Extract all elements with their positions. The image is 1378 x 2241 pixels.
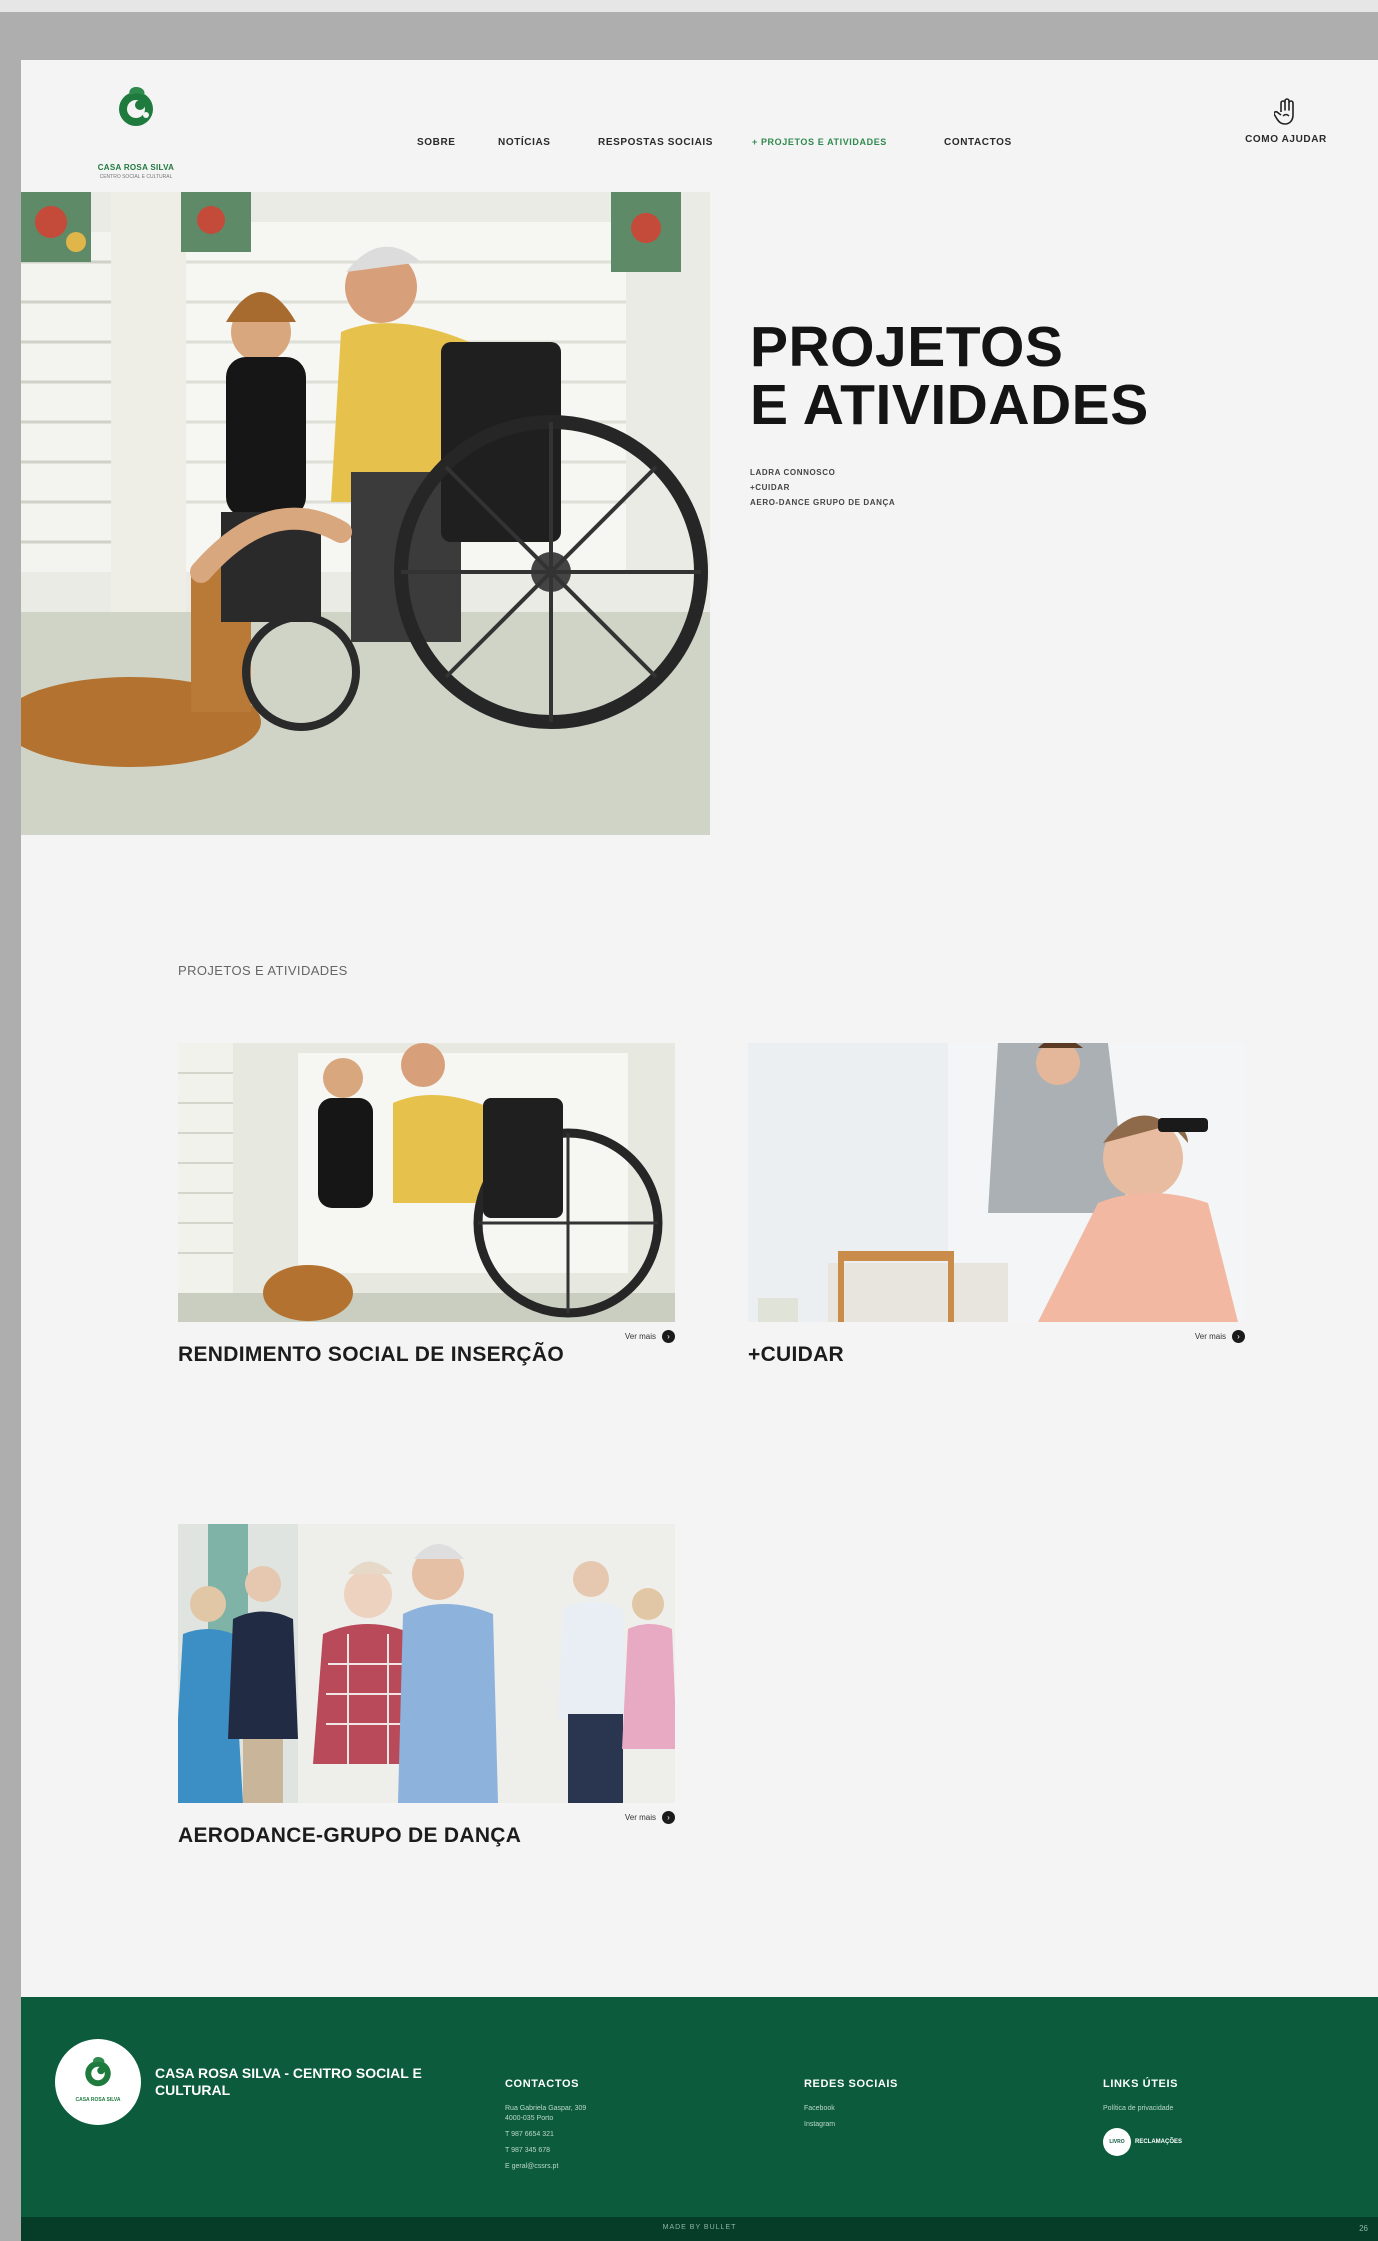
ver-mais-label: Ver mais xyxy=(624,1332,656,1341)
footer-useful-heading: LINKS ÚTEIS xyxy=(1103,2078,1179,2090)
main-nav: SOBRE NOTÍCIAS RESPOSTAS SOCIAIS + PROJE… xyxy=(21,137,1378,157)
footer-social-heading: REDES SOCIAIS xyxy=(804,2078,898,2090)
ver-mais-label: Ver mais xyxy=(1194,1332,1226,1341)
page-number: 26 xyxy=(1359,2224,1368,2233)
arrow-right-icon: › xyxy=(662,1811,675,1824)
nav-projetos-atividades[interactable]: + PROJETOS E ATIVIDADES xyxy=(752,137,887,147)
page-title-line2: E ATIVIDADES xyxy=(750,373,1149,437)
livro-reclamacoes-text: RECLAMAÇÕES xyxy=(1135,2139,1183,2145)
hero-photo-wheelchair-dog xyxy=(21,192,710,835)
nav-noticias[interactable]: NOTÍCIAS xyxy=(498,137,551,148)
footer-contacts: CONTACTOS Rua Gabriela Gaspar, 309 4000-… xyxy=(505,2078,586,2172)
footer-email[interactable]: E geral@cssrs.pt xyxy=(505,2162,586,2172)
footer-logo[interactable]: CASA ROSA SILVA xyxy=(55,2039,141,2125)
footer: CASA ROSA SILVA CASA ROSA SILVA - CENTRO… xyxy=(21,1997,1378,2217)
ver-mais-link[interactable]: Ver mais › xyxy=(625,1330,675,1343)
project-card-rsi[interactable]: Ver mais › RENDIMENTO SOCIAL DE INSERÇÃO xyxy=(178,1043,675,1366)
page: CASA ROSA SILVA CENTRO SOCIAL E CULTURAL… xyxy=(21,60,1378,2241)
footer-useful-links: LINKS ÚTEIS Política de privacidade LIVR… xyxy=(1103,2078,1182,2156)
footer-link-instagram[interactable]: Instagram xyxy=(804,2120,898,2130)
page-title: PROJETOS E ATIVIDADES xyxy=(750,318,1149,434)
logo-subtitle: CENTRO SOCIAL E CULTURAL xyxy=(99,174,173,180)
footer-org-name: CASA ROSA SILVA - CENTRO SOCIAL E CULTUR… xyxy=(155,2065,422,2098)
arrow-right-icon: › xyxy=(662,1330,675,1343)
footer-credits[interactable]: MADE BY BULLET xyxy=(21,2224,1378,2231)
page-title-line1: PROJETOS xyxy=(750,315,1064,379)
card-photo-hair-care xyxy=(748,1043,1245,1322)
card-title: AERODANCE-GRUPO DE DANÇA xyxy=(178,1824,522,1847)
livro-reclamacoes-logo: LIVRO xyxy=(1103,2128,1131,2156)
card-title: RENDIMENTO SOCIAL DE INSERÇÃO xyxy=(178,1343,564,1366)
ver-mais-link[interactable]: Ver mais › xyxy=(625,1811,675,1824)
ver-mais-label: Ver mais xyxy=(624,1813,656,1822)
logo-name: CASA ROSA SILVA xyxy=(97,163,175,172)
logo-icon xyxy=(85,2057,111,2087)
arrow-right-icon: › xyxy=(1232,1330,1245,1343)
hero-links: LADRA CONNOSCO +CUIDAR AERO-DANCE GRUPO … xyxy=(750,465,895,510)
footer-link-privacy[interactable]: Política de privacidade xyxy=(1103,2104,1182,2114)
hero-link-aerodance[interactable]: AERO-DANCE GRUPO DE DANÇA xyxy=(750,495,895,510)
card-title: +CUIDAR xyxy=(748,1343,845,1366)
card-photo-wheelchair-dog xyxy=(178,1043,675,1322)
hero-link-cuidar[interactable]: +CUIDAR xyxy=(750,480,895,495)
footer-bottom-bar: MADE BY BULLET 26 xyxy=(21,2217,1378,2241)
footer-address-line2: 4000-035 Porto xyxy=(505,2115,554,2122)
como-ajudar-button[interactable]: COMO AJUDAR xyxy=(1231,98,1341,145)
nav-respostas-sociais[interactable]: RESPOSTAS SOCIAIS xyxy=(598,137,713,148)
project-card-cuidar[interactable]: Ver mais › +CUIDAR xyxy=(748,1043,1245,1366)
como-ajudar-label: COMO AJUDAR xyxy=(1245,134,1327,145)
footer-contacts-heading: CONTACTOS xyxy=(505,2078,580,2090)
nav-contactos[interactable]: CONTACTOS xyxy=(944,137,1012,148)
section-label: PROJETOS E ATIVIDADES xyxy=(178,963,348,978)
project-card-aerodance[interactable]: Ver mais › AERODANCE-GRUPO DE DANÇA xyxy=(178,1524,675,1847)
footer-link-facebook[interactable]: Facebook xyxy=(804,2104,898,2114)
footer-logo-name: CASA ROSA SILVA xyxy=(75,2097,121,2103)
footer-phone-1[interactable]: T 987 6654 321 xyxy=(505,2130,586,2140)
helping-hand-icon xyxy=(1274,98,1294,125)
card-photo-dancing-seniors xyxy=(178,1524,675,1803)
nav-sobre[interactable]: SOBRE xyxy=(417,137,456,148)
browser-top-strip xyxy=(0,0,1378,12)
footer-address-line1: Rua Gabriela Gaspar, 309 xyxy=(505,2105,587,2112)
ver-mais-link[interactable]: Ver mais › xyxy=(1195,1330,1245,1343)
footer-social: REDES SOCIAIS Facebook Instagram xyxy=(804,2078,898,2130)
footer-phone-2[interactable]: T 987 345 678 xyxy=(505,2146,586,2156)
hero-link-ladra-connosco[interactable]: LADRA CONNOSCO xyxy=(750,465,895,480)
livro-reclamacoes-badge[interactable]: LIVRO RECLAMAÇÕES xyxy=(1103,2128,1182,2156)
logo-icon xyxy=(119,87,153,126)
